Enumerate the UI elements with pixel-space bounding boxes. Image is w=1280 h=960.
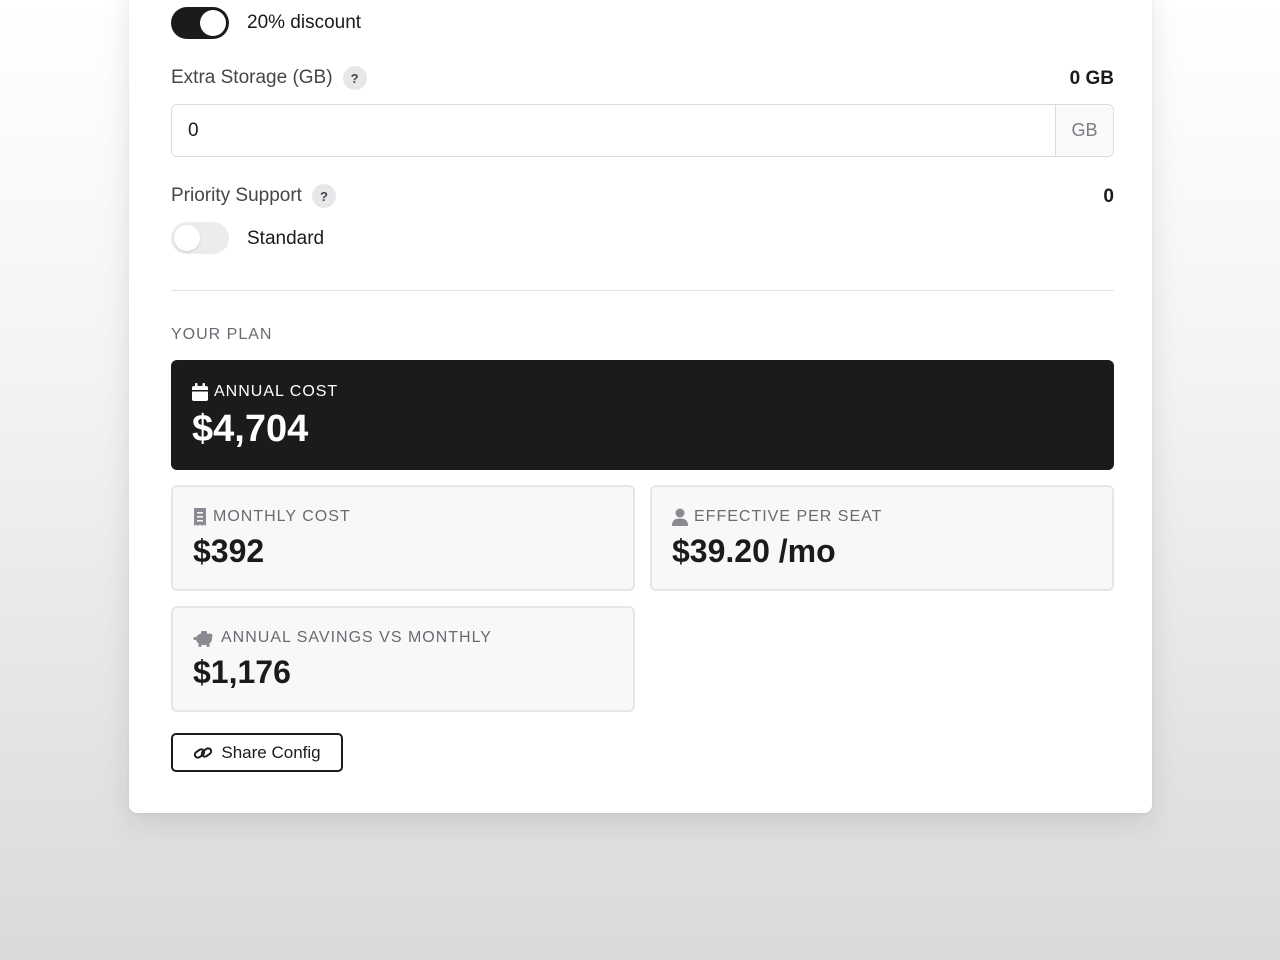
discount-toggle-label: 20% discount: [247, 12, 362, 33]
monthly-cost-card: MONTHLY COST $392: [171, 485, 635, 591]
annual-savings-label-text: ANNUAL SAVINGS VS MONTHLY: [221, 629, 492, 646]
extra-storage-input[interactable]: [172, 105, 1055, 156]
monthly-cost-label-text: MONTHLY COST: [213, 508, 351, 525]
priority-support-label: Priority Support ?: [171, 184, 336, 208]
extra-storage-input-group: GB: [171, 104, 1114, 157]
annual-cost-label: ANNUAL COST: [192, 382, 1114, 402]
annual-cost-value: $4,704: [192, 408, 309, 450]
share-config-button[interactable]: Share Config: [171, 733, 343, 772]
help-icon[interactable]: ?: [311, 184, 336, 208]
extra-storage-unit-suffix: GB: [1055, 105, 1113, 156]
extra-storage-label-text: Extra Storage (GB): [171, 67, 333, 88]
effective-per-seat-value: $39.20 /mo: [672, 533, 836, 569]
link-icon: [194, 746, 213, 759]
help-icon[interactable]: ?: [342, 66, 367, 90]
discount-toggle[interactable]: [171, 7, 229, 39]
effective-per-seat-card: EFFECTIVE PER SEAT $39.20 /mo: [650, 485, 1114, 591]
annual-savings-value: $1,176: [193, 654, 291, 690]
extra-storage-value: 0 GB: [1069, 68, 1114, 89]
priority-support-toggle[interactable]: [171, 222, 229, 254]
effective-per-seat-label-text: EFFECTIVE PER SEAT: [694, 508, 883, 525]
annual-savings-label: ANNUAL SAVINGS VS MONTHLY: [193, 628, 633, 648]
effective-per-seat-label: EFFECTIVE PER SEAT: [672, 507, 1112, 527]
toggle-knob: [174, 225, 200, 251]
calendar-icon: [192, 383, 208, 401]
piggy-bank-icon: [193, 631, 213, 647]
toggle-knob: [200, 10, 226, 36]
priority-support-label-text: Priority Support: [171, 185, 302, 206]
section-divider: [171, 290, 1114, 291]
extra-storage-label: Extra Storage (GB) ?: [171, 66, 367, 90]
priority-support-value: 0: [1103, 186, 1114, 207]
annual-savings-card: ANNUAL SAVINGS VS MONTHLY $1,176: [171, 606, 635, 712]
receipt-icon: [194, 508, 206, 526]
monthly-cost-label: MONTHLY COST: [193, 507, 633, 527]
annual-cost-card: ANNUAL COST $4,704: [171, 360, 1114, 470]
annual-cost-label-text: ANNUAL COST: [214, 383, 339, 400]
monthly-cost-value: $392: [193, 533, 265, 569]
priority-support-toggle-label: Standard: [247, 228, 325, 249]
pricing-calculator-card: 20% discount Extra Storage (GB) ? 0 GB G…: [129, 0, 1152, 813]
share-config-label: Share Config: [221, 742, 321, 762]
your-plan-heading: YOUR PLAN: [171, 326, 273, 343]
user-icon: [672, 508, 688, 526]
